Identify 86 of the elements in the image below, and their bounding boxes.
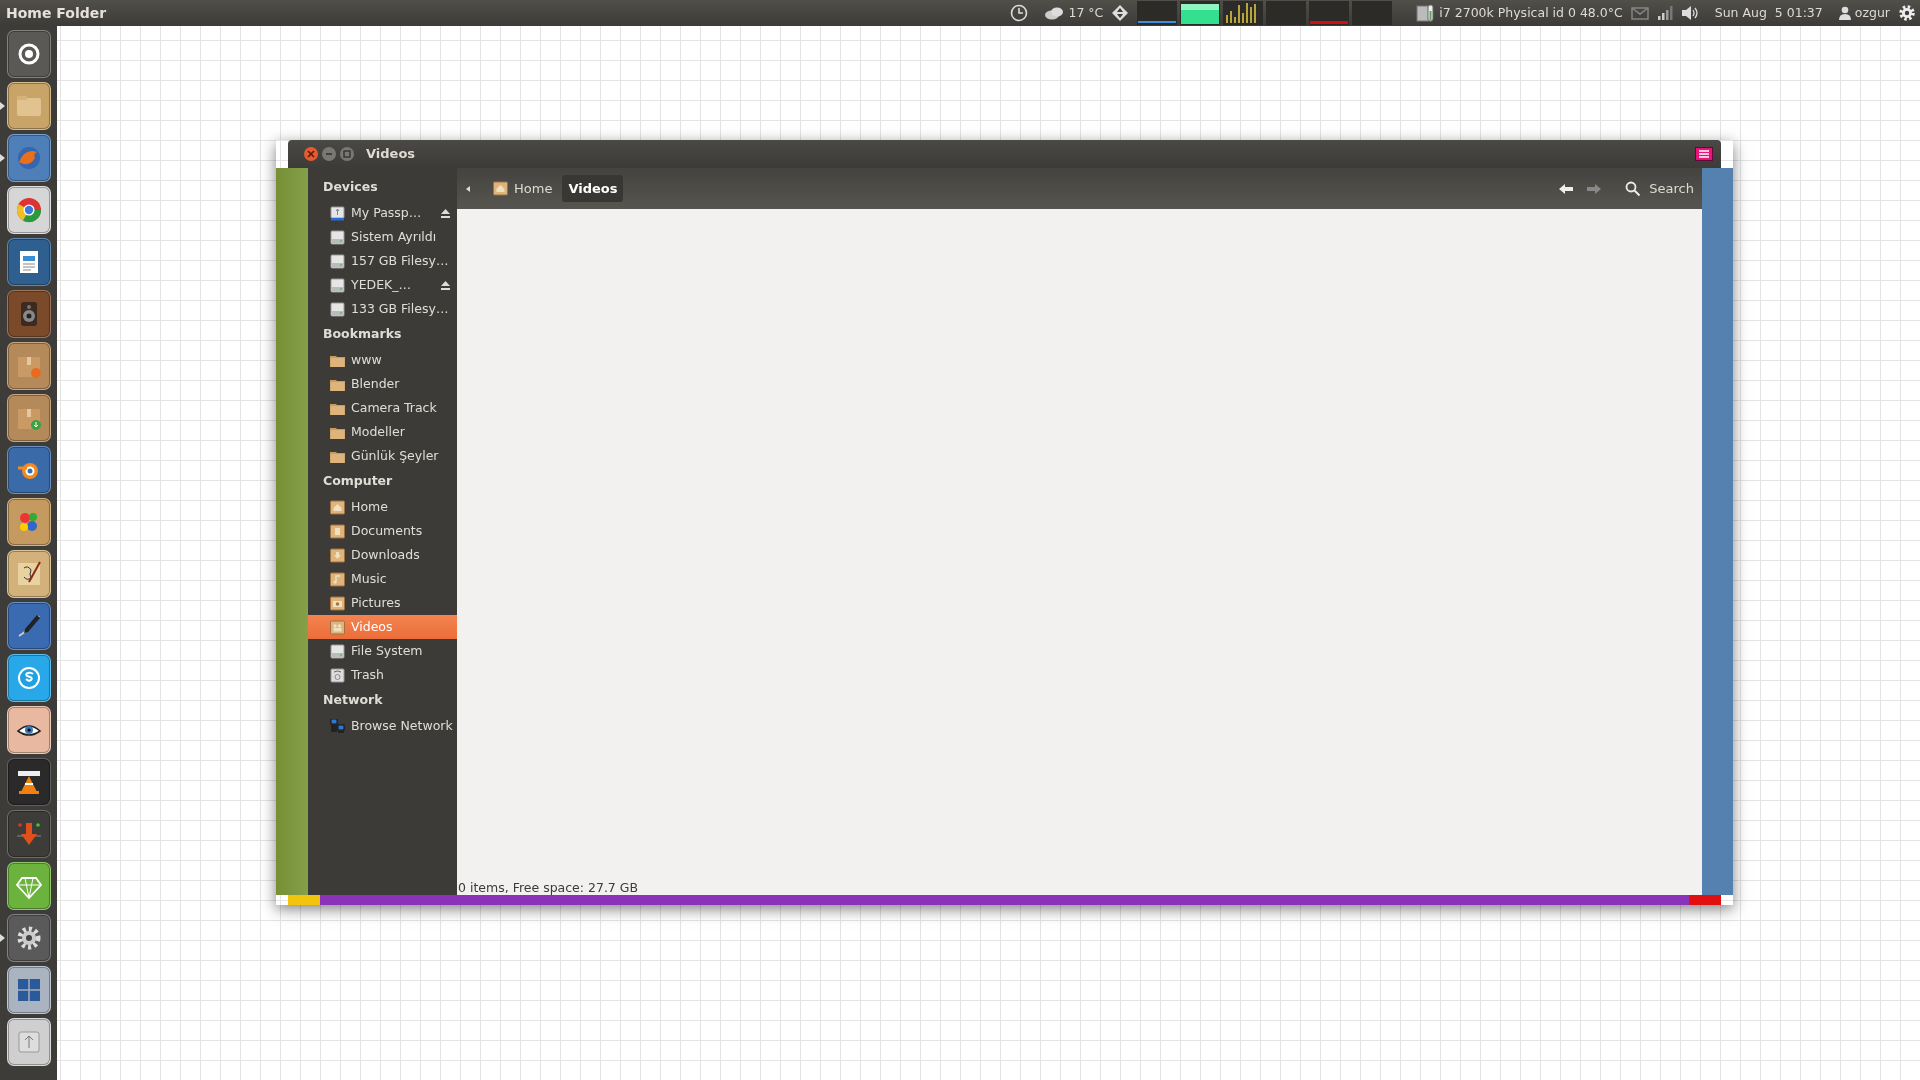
sidebar-item[interactable]: Sistem Ayrıldı — [308, 225, 457, 249]
clock-text[interactable]: Sun Aug 5 01:37 — [1714, 3, 1823, 23]
hard-drive-icon — [330, 277, 345, 293]
speaker-volume-icon[interactable] — [1680, 5, 1699, 21]
menu-icon — [1699, 150, 1709, 158]
home-folder-icon — [330, 499, 345, 515]
usb-drive-icon — [330, 205, 345, 221]
pictures-folder-icon — [330, 595, 345, 611]
sidebar-heading: Computer — [322, 471, 394, 490]
hard-drive-icon — [330, 253, 345, 269]
settings-icon[interactable] — [1898, 4, 1916, 22]
launcher-item[interactable] — [6, 914, 51, 962]
status-text: 0 items, Free space: 27.7 GB — [457, 880, 640, 895]
menu-button[interactable] — [1695, 147, 1713, 161]
cloud-icon[interactable] — [1044, 6, 1065, 20]
sidebar-heading: Bookmarks — [322, 324, 403, 343]
launcher-item[interactable] — [6, 550, 51, 598]
minimize-icon — [325, 150, 333, 158]
breadcrumb-button[interactable]: Home — [487, 174, 559, 203]
sidebar-item[interactable]: 133 GB Filesy… — [308, 297, 457, 321]
sidebar-item[interactable]: Blender — [308, 372, 457, 396]
window-title: Videos — [366, 145, 416, 164]
sidebar-item[interactable]: YEDEK_… — [308, 273, 457, 297]
weather-temperature[interactable]: 17 °C — [1068, 3, 1104, 23]
search-icon — [1625, 180, 1642, 197]
launcher-item[interactable] — [6, 238, 51, 286]
app-title: Home Folder — [5, 3, 107, 23]
documents-folder-icon — [330, 523, 345, 539]
sidebar-item[interactable]: Pictures — [308, 591, 457, 615]
network-computers-icon — [330, 718, 345, 734]
search-button[interactable]: Search — [1625, 178, 1694, 199]
user-name[interactable]: ozgur — [1854, 3, 1890, 23]
launcher-item[interactable] — [6, 706, 51, 754]
downloads-folder-icon — [330, 547, 345, 563]
music-folder-icon — [330, 571, 345, 587]
launcher-item[interactable] — [6, 82, 51, 130]
sidebar-item[interactable]: Home — [308, 495, 457, 519]
sidebar-item[interactable]: www — [308, 348, 457, 372]
sidebar-item[interactable]: Downloads — [308, 543, 457, 567]
person-icon[interactable] — [1838, 6, 1851, 20]
breadcrumb-button[interactable]: Videos — [562, 174, 624, 203]
minimize-button[interactable] — [322, 147, 336, 161]
launcher-item[interactable] — [6, 186, 51, 234]
sidebar-item[interactable]: Günlük Şeyler — [308, 444, 457, 468]
ring-browser-icon — [14, 196, 43, 224]
back-arrow-icon[interactable] — [1559, 182, 1574, 195]
sidebar-heading: Network — [322, 690, 384, 709]
maximize-icon — [343, 150, 351, 158]
sidebar-item[interactable]: Documents — [308, 519, 457, 543]
sidebar-item[interactable]: Trash — [308, 663, 457, 687]
launcher-item[interactable] — [6, 966, 51, 1014]
launcher-item[interactable] — [6, 1018, 51, 1066]
chip-thermometer-icon[interactable] — [1415, 3, 1436, 23]
sidebar-item[interactable]: File System — [308, 639, 457, 663]
cpu-temperature[interactable]: i7 2700k Physical id 0 48.0°C — [1439, 3, 1623, 23]
diamond-arrows-icon[interactable] — [1111, 4, 1130, 22]
sidebar-heading: Devices — [322, 177, 379, 196]
launcher-item[interactable] — [6, 30, 51, 78]
launcher-item[interactable] — [6, 654, 51, 702]
eject-icon[interactable] — [440, 207, 451, 219]
close-button[interactable] — [304, 147, 318, 161]
scroll-left-icon[interactable] — [465, 184, 471, 193]
launcher-item[interactable] — [6, 498, 51, 546]
hard-drive-icon — [330, 301, 345, 317]
clock-icon[interactable] — [1010, 4, 1029, 22]
close-icon — [307, 150, 315, 158]
launcher-item[interactable] — [6, 862, 51, 910]
signal-bars-icon[interactable] — [1656, 5, 1673, 21]
sidebar-item[interactable]: Music — [308, 567, 457, 591]
hard-drive-icon — [330, 643, 345, 659]
sidebar-item[interactable]: Modeller — [308, 420, 457, 444]
eject-icon[interactable] — [440, 279, 451, 291]
sidebar-item[interactable]: 157 GB Filesy… — [308, 249, 457, 273]
launcher-item[interactable] — [6, 394, 51, 442]
launcher-item[interactable] — [6, 446, 51, 494]
videos-folder-icon — [330, 619, 345, 635]
forward-arrow-icon[interactable] — [1587, 182, 1602, 195]
hard-drive-icon — [330, 229, 345, 245]
sidebar-item[interactable]: Camera Track — [308, 396, 457, 420]
sidebar-item[interactable]: Browse Network — [308, 714, 457, 738]
home-folder-icon — [493, 181, 508, 196]
sidebar-item[interactable]: My Passp… — [308, 201, 457, 225]
envelope-icon[interactable] — [1630, 6, 1649, 20]
trash-icon — [330, 667, 345, 683]
launcher-item[interactable] — [6, 758, 51, 806]
maximize-button[interactable] — [340, 147, 354, 161]
